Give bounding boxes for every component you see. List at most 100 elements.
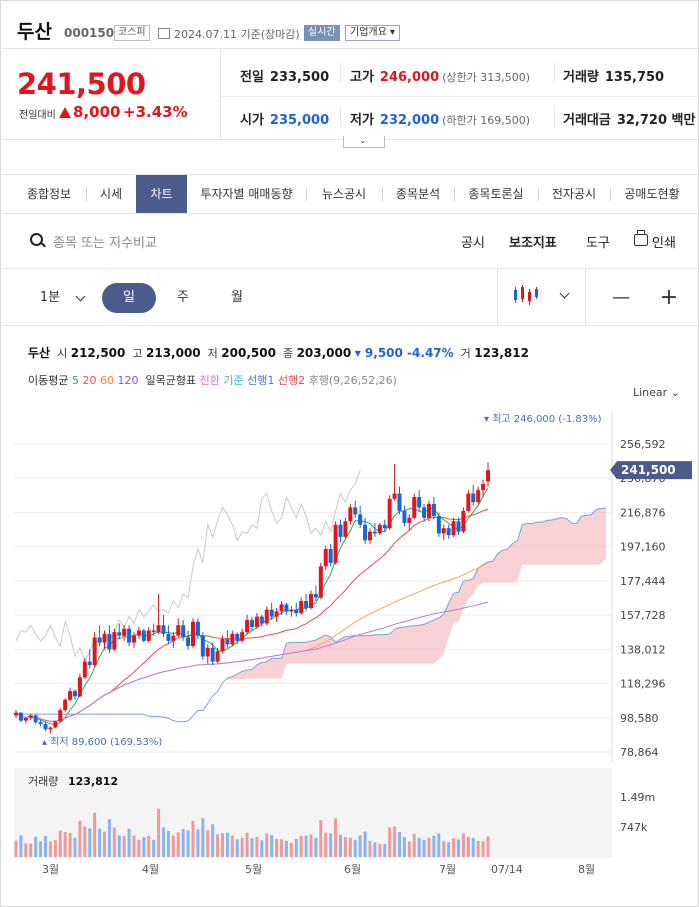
candle (215, 651, 220, 662)
price-chart[interactable]: 256,592236,876216,876197,160177,444157,7… (0, 380, 699, 895)
candle (18, 712, 23, 721)
candlestick-type-icon[interactable] (513, 284, 539, 308)
volume-bar (147, 835, 151, 857)
volume-bar (466, 836, 470, 857)
tab-separator (538, 188, 539, 201)
volume-bar (442, 841, 446, 857)
candle (471, 493, 476, 503)
tab-analysis[interactable]: 종목분석 (384, 175, 452, 213)
candle (431, 503, 436, 517)
y-tick-label: 138,012 (620, 643, 666, 656)
current-price: 241,500 (17, 67, 146, 101)
quote-open: 시가 235,000 (240, 113, 330, 128)
volume-bar (284, 840, 288, 857)
candle (343, 521, 348, 537)
candle (486, 470, 490, 482)
tab-investor-trading[interactable]: 투자자별 매매동향 (190, 175, 303, 213)
tab-chart[interactable]: 차트 (136, 175, 187, 213)
stock-code: 000150 (64, 26, 115, 40)
candle (397, 493, 402, 511)
tab-short-selling[interactable]: 공매도현황 (612, 175, 692, 213)
expand-button[interactable]: ⌄ (343, 136, 385, 148)
volume-bar (191, 820, 195, 857)
volume-bar (422, 839, 426, 857)
volume-bar (339, 834, 342, 857)
candle (127, 628, 132, 643)
candle (476, 490, 481, 503)
volume-bar (206, 830, 210, 857)
volume-bar (270, 834, 274, 857)
period-day-button[interactable]: 일 (102, 283, 156, 313)
volume-bar (353, 840, 357, 857)
period-selector: 1분 일 주 월 — + (0, 269, 699, 326)
y-tick-label: 157,728 (620, 609, 666, 622)
volume-bar (122, 836, 126, 857)
candle (82, 661, 87, 678)
period-month-button[interactable]: 월 (218, 283, 256, 313)
candle (358, 514, 363, 525)
notice-button[interactable]: 공시 (461, 232, 485, 251)
zoom-in-button[interactable]: + (654, 283, 684, 313)
candle (68, 691, 73, 700)
candle (122, 628, 127, 636)
candle (73, 691, 77, 697)
tab-news[interactable]: 뉴스공시 (308, 175, 380, 213)
tab-separator (86, 188, 87, 201)
volume-bar (437, 833, 441, 857)
volume-bar (447, 842, 451, 857)
x-tick-label: 3월 (42, 863, 59, 876)
candle (259, 616, 264, 624)
company-info-dropdown[interactable]: 기업개요 ▾ (345, 25, 400, 41)
candle (77, 677, 82, 697)
chevron-down-icon: ⌄ (359, 136, 367, 146)
candle (58, 710, 63, 722)
volume-bar (280, 839, 283, 857)
volume-bar (98, 828, 102, 857)
volume-bar (304, 835, 308, 857)
volume-bar (157, 808, 161, 857)
quote-volume: 거래량 135,750 (563, 70, 665, 85)
change-value: 8,000 (59, 103, 120, 121)
tab-summary[interactable]: 종합정보 (14, 175, 84, 213)
volume-tick: 747k (620, 821, 648, 834)
volume-bar (63, 831, 67, 857)
candle (191, 621, 195, 647)
volume-bar (230, 835, 234, 857)
volume-bar (481, 841, 485, 857)
volume-bar (29, 843, 33, 857)
volume-bar (24, 843, 28, 857)
volume-bar (373, 842, 377, 857)
volume-bar (211, 824, 215, 857)
chevron-down-icon[interactable] (559, 288, 570, 299)
x-tick-label: 4월 (142, 863, 159, 876)
search-icon[interactable] (30, 233, 43, 246)
volume-bar (166, 830, 170, 857)
zoom-out-button[interactable]: — (606, 283, 636, 313)
candle (318, 566, 323, 598)
candle (299, 600, 304, 614)
period-week-button[interactable]: 주 (164, 283, 202, 313)
candle (284, 604, 289, 612)
tab-bar: 종합정보 시세 차트 투자자별 매매동향 뉴스공시 종목분석 종목토론실 전자공… (0, 174, 699, 214)
candle (107, 633, 112, 650)
volume-bar (73, 837, 77, 857)
chevron-down-icon[interactable] (75, 291, 86, 302)
volume-bar (78, 820, 82, 857)
candle (274, 611, 279, 617)
volume-bar (201, 818, 205, 857)
col-divider (340, 107, 341, 127)
volume-bar (412, 834, 416, 857)
realtime-button[interactable]: 실시간 (304, 25, 340, 41)
indicator-button[interactable]: 보조지표 (509, 232, 557, 251)
volume-bar (152, 839, 156, 857)
tab-disclosure[interactable]: 전자공시 (540, 175, 608, 213)
tools-button[interactable]: 도구 (586, 232, 610, 251)
tab-quotes[interactable]: 시세 (88, 175, 134, 213)
calendar-icon (158, 28, 170, 39)
minute-select[interactable]: 1분 (32, 283, 68, 313)
tab-discussion[interactable]: 종목토론실 (456, 175, 536, 213)
volume-bar (127, 828, 131, 857)
print-button[interactable]: 인쇄 (652, 232, 676, 251)
volume-bar (245, 832, 249, 857)
compare-search-input[interactable]: 종목 또는 지수비교 (53, 232, 157, 251)
